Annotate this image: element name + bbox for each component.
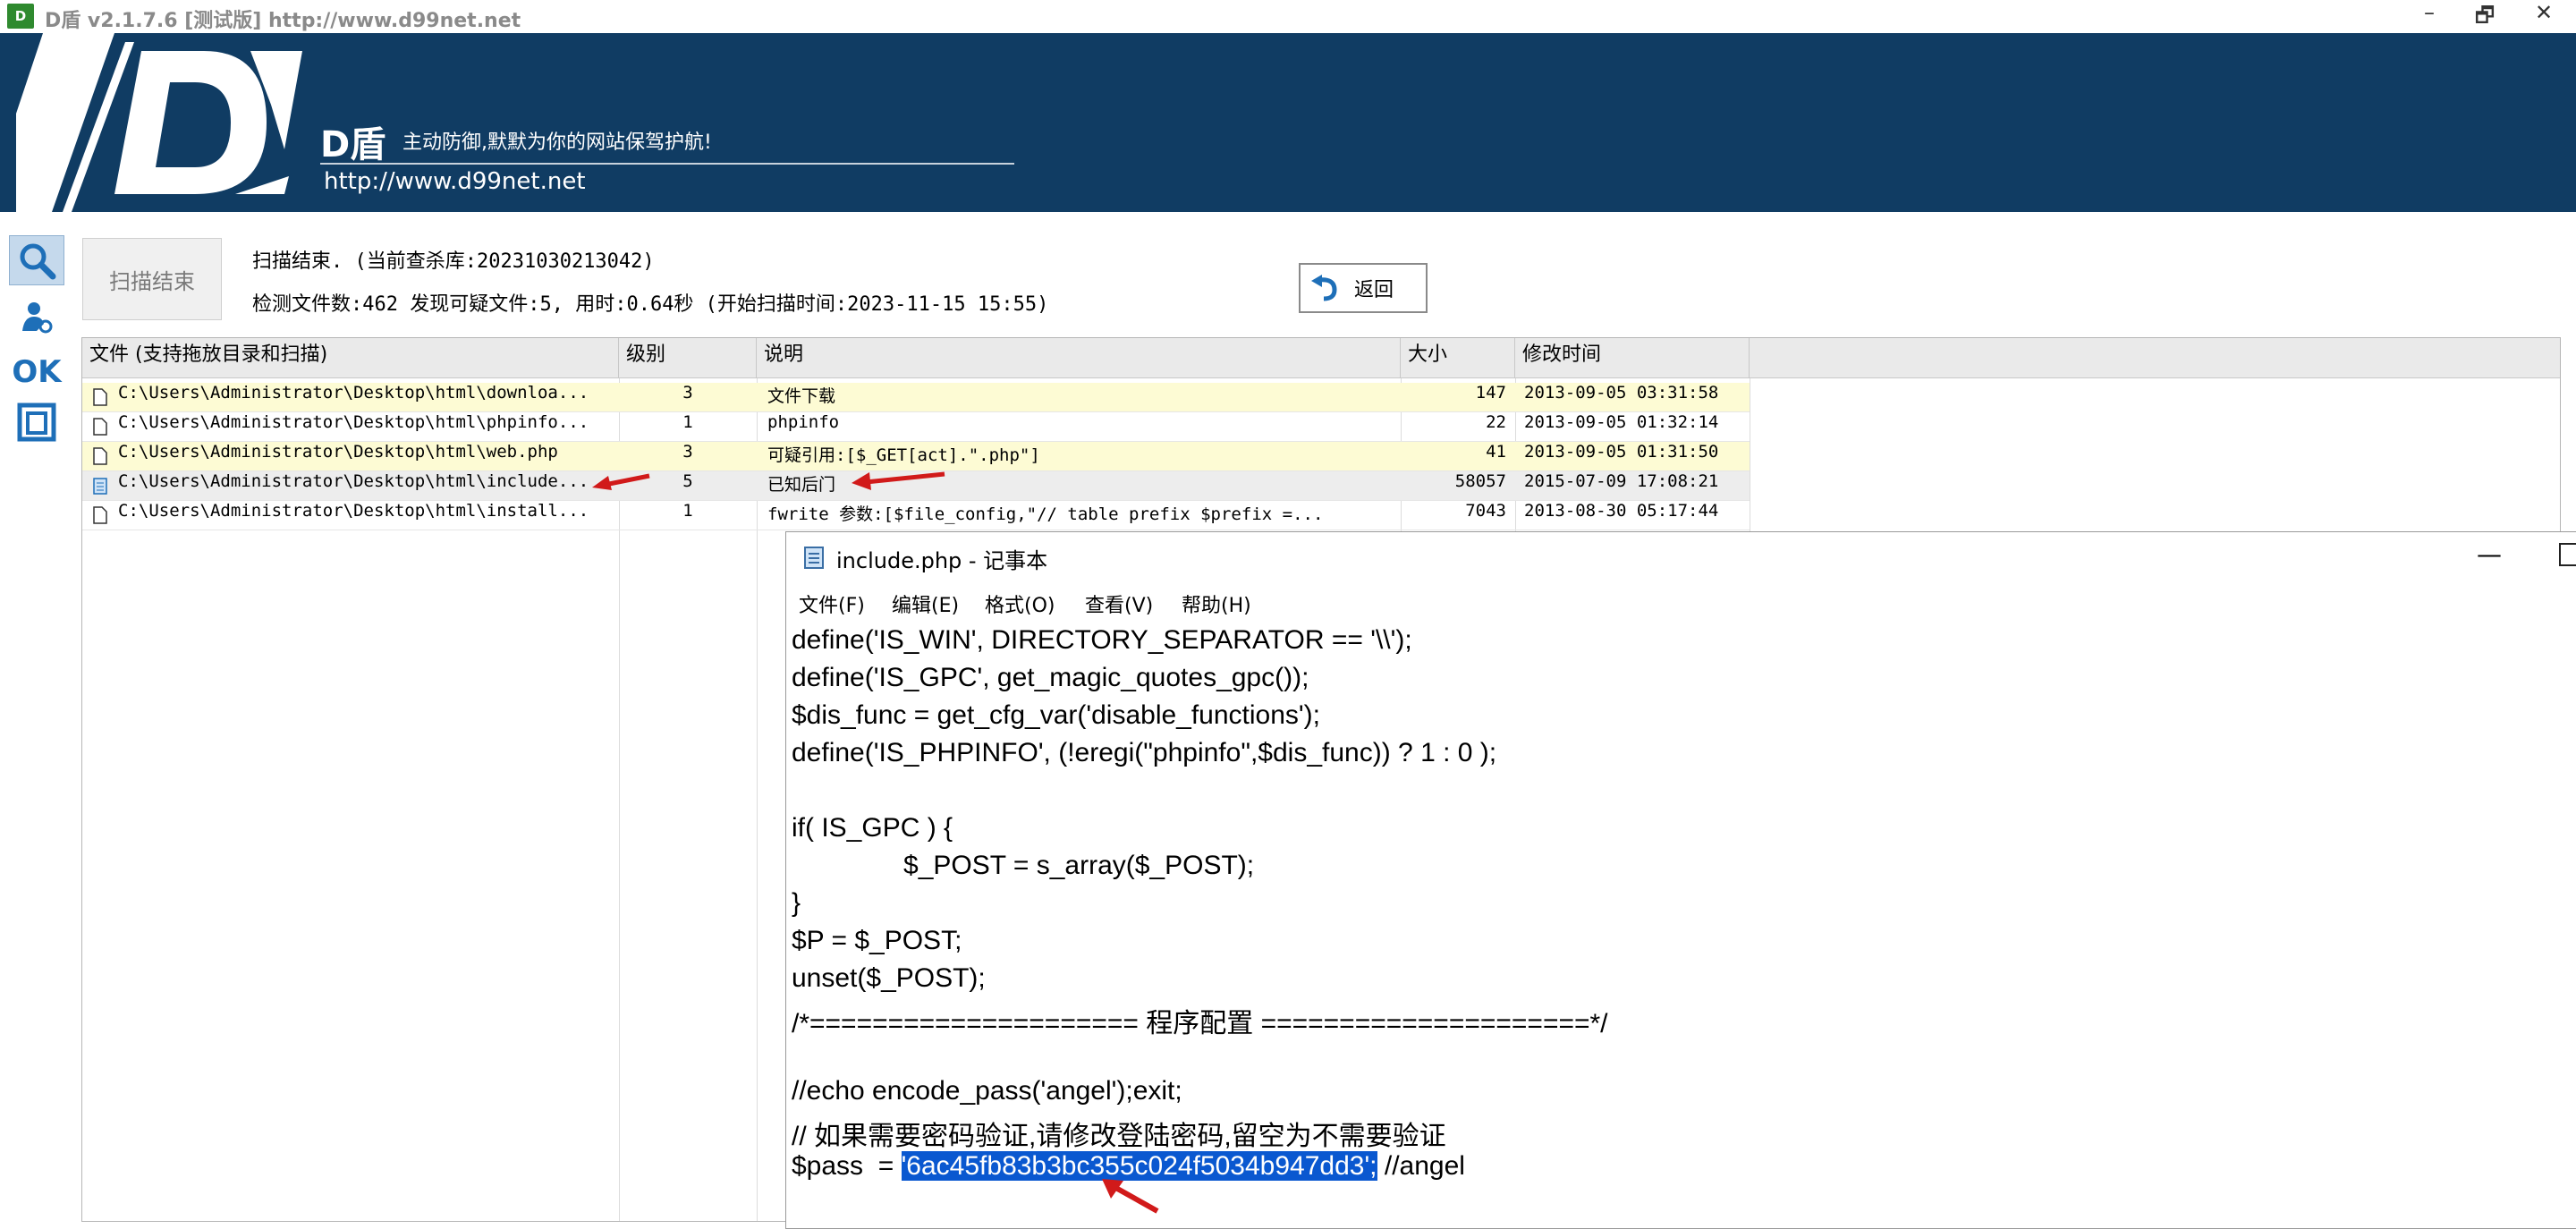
window-titlebar: D D盾 v2.1.7.6 [测试版] http://www.d99net.ne… — [0, 0, 2576, 33]
cell-level: 3 — [682, 383, 693, 403]
code-line: $_POST = s_array($_POST); — [792, 851, 1255, 880]
scan-end-button[interactable]: 扫描结束 — [82, 238, 222, 320]
code-line: define('IS_WIN', DIRECTORY_SEPARATOR == … — [792, 625, 1412, 655]
minimize-button[interactable]: – — [2402, 0, 2456, 33]
code-line: define('IS_GPC', get_magic_quotes_gpc())… — [792, 663, 1309, 692]
menu-format[interactable]: 格式(O) — [985, 589, 1055, 618]
red-arrow-annotation — [592, 473, 650, 490]
app-icon: D — [7, 4, 34, 29]
cell-file-path: C:\Users\Administrator\Desktop\html\phpi… — [118, 412, 589, 432]
notepad-maximize-button[interactable] — [2559, 543, 2576, 566]
red-arrow-annotation — [1102, 1179, 1159, 1214]
magnifier-icon — [20, 243, 56, 280]
cell-modified-time: 2013-09-05 01:32:14 — [1524, 412, 1719, 432]
code-line: if( IS_GPC ) { — [792, 813, 953, 843]
cell-size: 7043 — [1465, 501, 1506, 521]
cell-file-path: C:\Users\Administrator\Desktop\html\web.… — [118, 442, 558, 462]
cell-modified-time: 2013-09-05 03:31:58 — [1524, 383, 1719, 403]
code-line: } — [792, 888, 801, 918]
cell-file-path: C:\Users\Administrator\Desktop\html\down… — [118, 383, 589, 403]
red-arrow-annotation — [852, 471, 945, 490]
back-button-label: 返回 — [1354, 279, 1394, 301]
menu-view[interactable]: 查看(V) — [1085, 589, 1153, 618]
cell-file-path: C:\Users\Administrator\Desktop\html\inst… — [118, 501, 589, 521]
code-line: define('IS_PHPINFO', (!eregi("phpinfo",$… — [792, 738, 1497, 767]
menu-edit[interactable]: 编辑(E) — [892, 589, 959, 618]
table-row[interactable]: C:\Users\Administrator\Desktop\html\inst… — [82, 501, 1750, 530]
pass-line: $pass = '6ac45fb83b3bc355c024f5034b947dd… — [792, 1151, 1608, 1189]
table-header: 文件 (支持拖放目录和扫描) 级别 说明 大小 修改时间 — [82, 338, 2560, 378]
column-header-modified[interactable]: 修改时间 — [1515, 338, 1750, 377]
close-button[interactable]: ✕ — [2517, 0, 2571, 33]
table-row[interactable]: C:\Users\Administrator\Desktop\html\phpi… — [82, 412, 1750, 442]
brand-slogan: 主动防御,默默为你的网站保驾护航! — [402, 131, 712, 154]
cell-description: phpinfo — [767, 412, 840, 432]
brand-name: D盾 — [320, 124, 386, 165]
menu-file[interactable]: 文件(F) — [799, 589, 865, 618]
undo-arrow-icon — [1311, 275, 1337, 301]
cell-description: fwrite 参数:[$file_config,"// table prefix… — [767, 504, 1324, 524]
notepad-title: include.php - 记事本 — [836, 548, 1048, 573]
column-header-description[interactable]: 说明 — [757, 338, 1401, 377]
notepad-titlebar: include.php - 记事本 — — [786, 532, 2576, 582]
window-icon — [17, 403, 56, 442]
d-shield-logo — [16, 33, 302, 212]
table-row[interactable]: C:\Users\Administrator\Desktop\html\down… — [82, 383, 1750, 412]
window-title: D盾 v2.1.7.6 [测试版] http://www.d99net.net — [45, 10, 521, 32]
cell-description: 文件下载 — [767, 386, 836, 406]
cell-level: 3 — [682, 442, 693, 462]
sidebar-item-search[interactable] — [9, 235, 64, 285]
cell-modified-time: 2015-07-09 17:08:21 — [1524, 471, 1719, 491]
pass-line-prefix: $pass = — [792, 1151, 902, 1181]
code-line: unset($_POST); — [792, 963, 986, 993]
cell-size: 41 — [1486, 442, 1506, 462]
code-line: $P = $_POST; — [792, 926, 962, 955]
column-header-level[interactable]: 级别 — [619, 338, 757, 377]
table-row[interactable]: C:\Users\Administrator\Desktop\html\web.… — [82, 442, 1750, 471]
notepad-text-area[interactable]: define('IS_WIN', DIRECTORY_SEPARATOR == … — [792, 625, 1608, 1189]
cell-level: 1 — [682, 412, 693, 432]
scan-status-text: 扫描结束. (当前查杀库:20231030213042) — [252, 250, 655, 273]
column-header-file[interactable]: 文件 (支持拖放目录和扫描) — [82, 338, 619, 377]
pass-line-comment: //angel — [1377, 1151, 1465, 1181]
notepad-icon — [804, 547, 824, 569]
cell-level: 1 — [682, 501, 693, 521]
cell-file-path: C:\Users\Administrator\Desktop\html\incl… — [118, 471, 589, 491]
code-line: /*===================== 程序配置 ===========… — [792, 1009, 1608, 1038]
code-line: //echo encode_pass('angel');exit; — [792, 1076, 1182, 1106]
notepad-minimize-button[interactable]: — — [2477, 539, 2502, 569]
back-button[interactable]: 返回 — [1299, 263, 1428, 313]
sidebar-item-window[interactable] — [9, 397, 64, 447]
code-line: $dis_func = get_cfg_var('disable_functio… — [792, 700, 1320, 730]
cell-description: 可疑引用:[$_GET[act].".php"] — [767, 445, 1040, 465]
sidebar-item-ok[interactable]: OK — [9, 347, 64, 397]
column-header-size[interactable]: 大小 — [1401, 338, 1515, 377]
notepad-window[interactable]: include.php - 记事本 — 文件(F) 编辑(E) 格式(O) 查看… — [785, 531, 2576, 1229]
user-gear-icon — [22, 302, 53, 334]
cell-size: 58057 — [1454, 471, 1506, 491]
brand-url: http://www.d99net.net — [324, 168, 586, 195]
sidebar-item-process[interactable] — [9, 292, 64, 342]
brand-divider — [320, 163, 1014, 165]
cell-modified-time: 2013-08-30 05:17:44 — [1524, 501, 1719, 521]
restore-button[interactable]: 🗗 — [2458, 0, 2512, 33]
cell-size: 147 — [1475, 383, 1506, 403]
scan-stats-text: 检测文件数:462 发现可疑文件:5, 用时:0.64秒 (开始扫描时间:202… — [252, 293, 1049, 316]
cell-size: 22 — [1486, 412, 1506, 432]
menu-help[interactable]: 帮助(H) — [1182, 589, 1251, 618]
header-banner: D盾 主动防御,默默为你的网站保驾护航! http://www.d99net.n… — [0, 33, 2576, 212]
code-line: // 如果需要密码验证,请修改登陆密码,留空为不需要验证 — [792, 1122, 1446, 1151]
cell-modified-time: 2013-09-05 01:31:50 — [1524, 442, 1719, 462]
